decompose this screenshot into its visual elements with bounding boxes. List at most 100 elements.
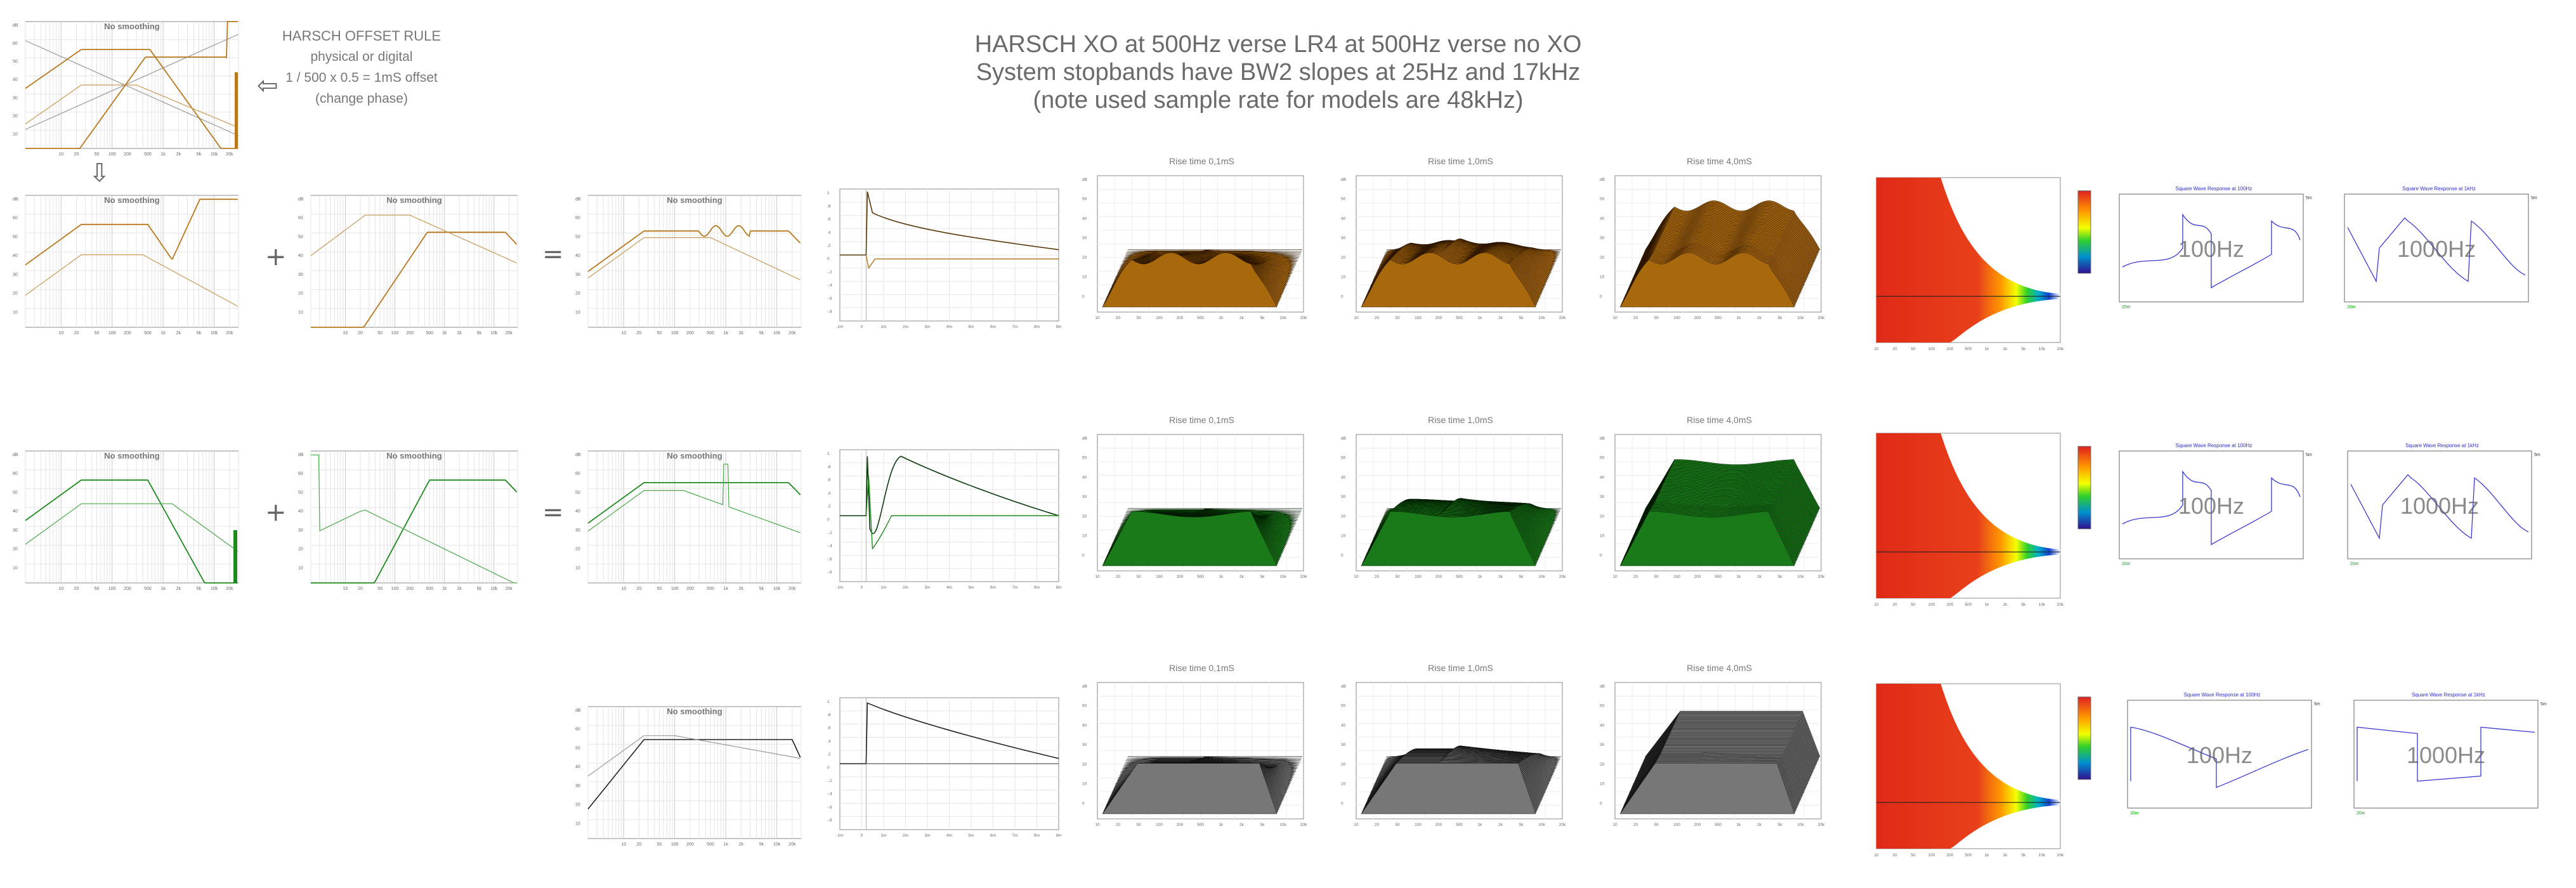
tick-label: 500: [1197, 316, 1204, 320]
tick-label: 6m: [990, 325, 996, 329]
tick-label: .8: [827, 204, 831, 209]
tick-label: 1k: [1737, 575, 1742, 579]
tick-label: 60: [13, 42, 18, 46]
tick-label: 20k: [1559, 823, 1566, 827]
tick-label: 50: [1911, 603, 1916, 607]
tick-label: 5k: [2022, 347, 2027, 351]
tick-label: 20k: [1300, 823, 1307, 827]
tick-label: 20m: [2130, 811, 2139, 816]
lr4-tweeter-chart: 10 20 50 100 200 500 1k 2k 5k 10k 20k dB 60 50 40 30 20 1…: [297, 447, 532, 593]
tick-label: 9m: [1056, 585, 1061, 590]
tick-label: 5k: [1260, 316, 1265, 320]
tick-label: 50: [377, 331, 382, 336]
tick-label: 200: [1177, 575, 1184, 579]
tick-label: dB: [1341, 684, 1346, 689]
tick-label: 200: [1177, 316, 1184, 320]
noxo-spectrogram: 10 20 50 100 200 500 1k 2k 5k 10k 20k: [1859, 679, 2100, 863]
tick-label: 5k: [1778, 575, 1783, 579]
tick-label: 20: [1116, 823, 1121, 827]
tick-label: 50: [575, 235, 580, 239]
tick-label: 500: [144, 152, 152, 157]
rule-line-1: HARSCH OFFSET RULE: [282, 28, 441, 44]
tick-label: 20k: [788, 587, 796, 591]
equals-operator: =: [542, 240, 564, 269]
tick-label: 0: [1082, 553, 1085, 558]
chart-title: No smoothing: [386, 195, 441, 205]
tick-label: 10: [1612, 575, 1618, 579]
tick-label: 5k: [477, 587, 482, 591]
noxo-step-chart: 1 .8 .6 .4 .2 0 -.2 -.4 -.6 -.8 -1m 0 1m 2m 3m 4m 5m 6m 7m…: [826, 694, 1064, 840]
tick-label: 1m: [880, 833, 886, 838]
tick-label: 3m: [924, 833, 930, 838]
tick-label: 500: [707, 842, 714, 847]
tick-label: 50: [1911, 347, 1916, 351]
tick-label: 40: [13, 78, 18, 82]
plus-operator: +: [265, 242, 287, 271]
tick-label: 20m: [2347, 305, 2356, 310]
tick-label: dB: [298, 453, 304, 457]
tick-label: 10: [298, 310, 303, 315]
tick-label: 20k: [1300, 316, 1307, 320]
tick-label: 200: [1947, 853, 1954, 858]
tick-label: 40: [1341, 475, 1346, 480]
tick-label: 100: [1415, 823, 1422, 827]
tick-label: 2k: [176, 331, 181, 336]
tick-label: 50: [1600, 197, 1605, 202]
tick-label: 50: [1082, 197, 1087, 202]
noxo-square-1khz: Square Wave Response at 1kHz 1000Hz 5m 20m: [2350, 690, 2560, 817]
tick-label: 10: [58, 152, 63, 157]
tick-label: dB: [13, 197, 18, 202]
tick-label: 20: [1082, 256, 1087, 260]
tick-label: 5k: [759, 842, 764, 847]
tick-label: 200: [1435, 575, 1442, 579]
tick-label: 10: [1082, 275, 1087, 280]
frequency-label: 1000Hz: [2397, 236, 2476, 262]
noxo-sum-chart: 10 20 50 100 200 500 1k 2k 5k 10k 20k dB 60 50 40 30 20 1…: [574, 703, 815, 849]
main-title: HARSCH XO at 500Hz verse LR4 at 500Hz ve…: [888, 30, 1668, 114]
tick-label: -1m: [836, 585, 843, 590]
tick-label: 10: [1082, 534, 1087, 539]
tick-label: 4m: [946, 833, 952, 838]
tick-label: 50: [95, 331, 100, 336]
tick-label: 10: [58, 587, 63, 591]
tick-label: 20: [1341, 762, 1346, 767]
tick-label: 50: [657, 587, 662, 591]
tick-label: -.6: [827, 805, 832, 809]
tick-label: 10k: [1279, 823, 1286, 827]
tick-label: 5m: [968, 833, 974, 838]
rule-line-3: 1 / 500 x 0.5 = 1mS offset: [285, 70, 438, 85]
tick-label: 2k: [457, 587, 462, 591]
tick-label: 50: [1600, 704, 1605, 708]
tick-label: 50: [1395, 823, 1400, 827]
tick-label: 10: [1095, 316, 1100, 320]
tick-label: 30: [575, 528, 580, 533]
tick-label: 100: [1415, 316, 1422, 320]
tick-label: dB: [1600, 684, 1605, 689]
tick-label: 2k: [1757, 316, 1762, 320]
tick-label: 1k: [1985, 347, 1990, 351]
tick-label: 1k: [1985, 603, 1990, 607]
tick-label: 2k: [1239, 823, 1245, 827]
tick-label: 2k: [739, 842, 744, 847]
tick-label: 50: [298, 490, 303, 495]
noxo-waterfall-1-svg: Rise time 0,1mS10 20 50 100 200 500 1k 2k 5k 10k 2…: [1082, 663, 1307, 827]
tick-label: 60: [575, 472, 580, 476]
lr4-waterfall-2: Rise time 1,0mS 10 20 50 100 200 500 1k 2k 5k 10k 2…: [1338, 415, 1583, 587]
lr4-sum-chart-svg: 10 20 50 100 200 500 1k 2k 5k 10k 20k dB 60 50 40 30 20 1…: [575, 450, 802, 591]
tick-label: .6: [827, 478, 831, 483]
tick-label: 10: [1600, 275, 1605, 280]
tick-label: 50: [657, 331, 662, 336]
tick-label: 1k: [442, 331, 447, 336]
tick-label: 1k: [160, 587, 166, 591]
tick-label: 10: [343, 331, 348, 336]
tick-label: 5k: [1778, 823, 1783, 827]
tick-label: 0: [827, 518, 830, 522]
tick-label: 20: [1633, 823, 1638, 827]
waterfall-label: Rise time 1,0mS: [1428, 663, 1493, 673]
square-wave-title: Square Wave Response at 100Hz: [2176, 443, 2252, 448]
tick-label: 20: [74, 587, 79, 591]
noxo-waterfall-2-svg: Rise time 1,0mS10 20 50 100 200 500 1k 2k 5k 10k 2…: [1341, 663, 1566, 827]
tick-label: dB: [1082, 684, 1087, 689]
tick-label: 20: [1082, 762, 1087, 767]
square-wave-title: Square Wave Response at 100Hz: [2184, 692, 2261, 698]
